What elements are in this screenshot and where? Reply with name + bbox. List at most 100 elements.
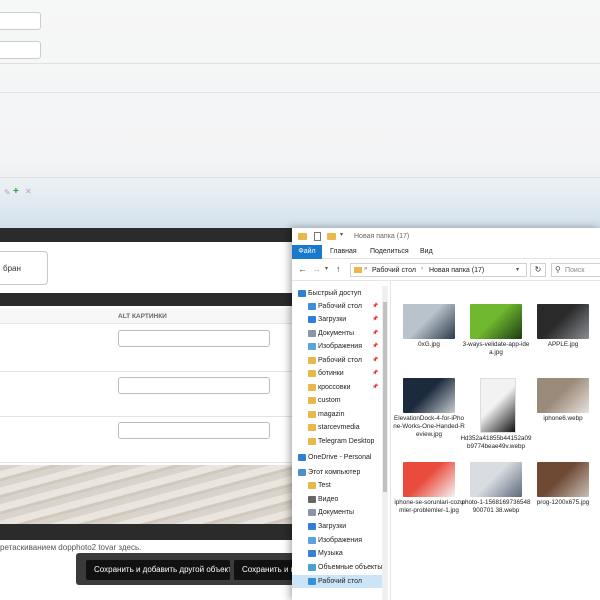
nav-item-2[interactable]: Загрузки 📌	[292, 313, 385, 326]
nav-item-6[interactable]: ботинки 📌	[292, 367, 385, 380]
pin-icon: 📌	[372, 343, 379, 349]
folder-icon	[298, 233, 307, 240]
nav-item-20[interactable]: Объемные объекты	[292, 561, 385, 574]
tab-share[interactable]: Поделиться	[370, 248, 409, 255]
nav-item-16[interactable]: Документы	[292, 506, 385, 519]
pin-icon: 📌	[372, 357, 379, 363]
new-folder-icon[interactable]	[327, 233, 336, 240]
nav-item-4[interactable]: Изображения 📌	[292, 340, 385, 353]
nav-item-label: кроссовки	[318, 384, 351, 391]
pin-icon: 📌	[372, 316, 379, 322]
row-divider	[0, 462, 300, 463]
pin-icon: 📌	[372, 384, 379, 390]
quick-access-dropdown-icon[interactable]: ▾	[340, 231, 343, 238]
nav-item-14[interactable]: Test	[292, 479, 385, 492]
folder-icon	[308, 370, 316, 377]
search-placeholder: Поиск	[565, 267, 585, 274]
row-divider	[0, 371, 300, 372]
plus-icon[interactable]: +	[13, 186, 19, 197]
nav-scrollbar[interactable]	[382, 286, 388, 600]
file-thumbnail	[537, 462, 589, 497]
nav-item-11[interactable]: Telegram Desktop	[292, 435, 385, 448]
file-name: 3-ways-velidate-app-idea.jpg	[462, 341, 530, 356]
file-choice-box[interactable]: бран	[0, 251, 48, 285]
nav-item-21[interactable]: Рабочий стол	[292, 575, 385, 588]
file-thumbnail	[403, 462, 455, 497]
nav-item-13[interactable]: Этот компьютер	[292, 466, 385, 479]
nav-item-label: Рабочий стол	[318, 357, 362, 364]
nav-item-0[interactable]: Быстрый доступ	[292, 287, 385, 300]
nav-item-label: Test	[318, 482, 331, 489]
close-icon[interactable]: ✕	[25, 187, 32, 196]
alt-input-1[interactable]	[118, 330, 270, 347]
nav-item-label: Объемные объекты	[318, 564, 383, 571]
file-item[interactable]: Hd352a41855b44152a09b9774beae49v.webp	[460, 378, 532, 458]
nav-item-1[interactable]: Рабочий стол 📌	[292, 300, 385, 313]
save-and-continue-button[interactable]: Сохранить и п	[234, 560, 300, 580]
file-item[interactable]: 3-ways-velidate-app-idea.jpg	[460, 304, 532, 384]
3d-objects-icon	[308, 564, 316, 571]
file-item[interactable]: iphone6.webp	[527, 378, 599, 458]
chevron-icon: ›	[421, 266, 423, 272]
file-name: prog-1200x675.jpg	[536, 499, 590, 506]
address-bar[interactable]: » Рабочий стол › Новая папка (17) ▾	[350, 263, 527, 277]
pencil-icon[interactable]: ✎	[4, 188, 11, 197]
background-photo	[0, 465, 300, 525]
file-item[interactable]: 0xG.jpg	[393, 304, 465, 384]
nav-item-label: custom	[318, 397, 341, 404]
address-dropdown-icon[interactable]: ▾	[516, 266, 519, 273]
ribbon: Файл Главная Поделиться Вид	[292, 245, 600, 259]
forward-icon[interactable]: →	[312, 264, 321, 274]
breadcrumb-desktop[interactable]: Рабочий стол	[372, 267, 416, 274]
tab-view[interactable]: Вид	[420, 248, 433, 255]
nav-item-10[interactable]: starcevmedia	[292, 421, 385, 434]
nav-item-label: Загрузки	[318, 523, 347, 530]
folder-icon	[308, 411, 316, 418]
pictures-icon	[308, 537, 316, 544]
nav-item-label: Документы	[318, 330, 355, 337]
nav-item-label: Быстрый доступ	[308, 290, 362, 297]
window-title: Новая папка (17)	[354, 233, 410, 240]
nav-item-15[interactable]: Видео	[292, 493, 385, 506]
nav-item-label: Загрузки	[318, 316, 347, 323]
file-item[interactable]: prog-1200x675.jpg	[527, 462, 599, 542]
search-box[interactable]: ⚲ Поиск	[551, 263, 600, 277]
file-item[interactable]: iphone-se-sorunlari-cozumler-problemler-…	[393, 462, 465, 542]
nav-item-3[interactable]: Документы 📌	[292, 327, 385, 340]
save-and-add-button[interactable]: Сохранить и добавить другой объект	[86, 560, 230, 580]
file-item[interactable]: APPLE.jpg	[527, 304, 599, 384]
file-thumbnail	[537, 304, 589, 339]
admin-text-field-2[interactable]	[0, 41, 41, 59]
documents-icon	[308, 330, 316, 337]
star-icon	[298, 290, 306, 297]
alt-input-3[interactable]	[118, 422, 270, 439]
alt-input-2[interactable]	[118, 377, 270, 394]
file-name: 0xG.jpg	[418, 341, 440, 348]
nav-item-7[interactable]: кроссовки 📌	[292, 381, 385, 394]
back-icon[interactable]: ←	[298, 264, 307, 274]
recent-dropdown-icon[interactable]: ▾	[325, 265, 328, 272]
file-item[interactable]: ElevationDock-4-for-iPhone-Works-One-Han…	[393, 378, 465, 458]
breadcrumb-folder[interactable]: Новая папка (17)	[429, 267, 484, 274]
up-icon[interactable]: ↑	[336, 264, 341, 274]
nav-item-5[interactable]: Рабочий стол 📌	[292, 354, 385, 367]
nav-item-19[interactable]: Музыка	[292, 547, 385, 560]
folder-icon	[308, 357, 316, 364]
properties-icon[interactable]	[314, 232, 321, 241]
tab-home[interactable]: Главная	[330, 248, 357, 255]
tab-file[interactable]: Файл	[292, 245, 322, 259]
folder-icon	[354, 267, 362, 273]
nav-item-12[interactable]: OneDrive - Personal	[292, 451, 385, 464]
folder-icon	[308, 397, 316, 404]
refresh-icon[interactable]: ↻	[530, 263, 546, 277]
admin-text-field[interactable]	[0, 12, 41, 30]
nav-item-17[interactable]: Загрузки	[292, 520, 385, 533]
column-header-alt: ALT КАРТИНКИ	[118, 313, 167, 320]
video-icon	[308, 496, 316, 503]
nav-item-8[interactable]: custom	[292, 394, 385, 407]
nav-item-label: OneDrive - Personal	[308, 454, 372, 461]
nav-item-9[interactable]: magazin	[292, 408, 385, 421]
scrollbar-thumb[interactable]	[383, 302, 387, 492]
nav-item-18[interactable]: Изображения	[292, 534, 385, 547]
file-item[interactable]: photo-1-1568169736548900701 38.webp	[460, 462, 532, 542]
